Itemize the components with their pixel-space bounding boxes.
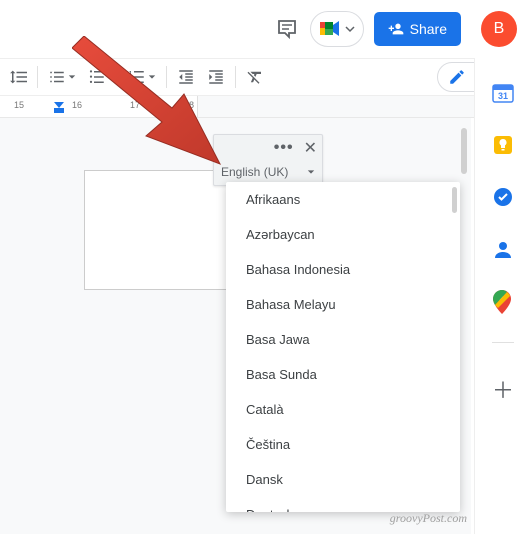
language-option[interactable]: Deutsch — [226, 497, 460, 512]
comment-history-icon[interactable] — [274, 16, 300, 42]
decrease-indent-button[interactable] — [172, 63, 200, 91]
ruler[interactable]: 15 16 17 18 — [0, 96, 531, 118]
language-panel: ••• ✕ English (UK) — [213, 134, 323, 186]
language-option[interactable]: Azərbaycan — [226, 217, 460, 252]
share-button[interactable]: Share — [374, 12, 461, 46]
side-panel: 31 ＋ — [474, 58, 531, 534]
more-icon[interactable]: ••• — [274, 139, 294, 157]
language-option[interactable]: Dansk — [226, 462, 460, 497]
chevron-down-icon — [307, 168, 315, 176]
avatar[interactable]: B — [481, 11, 517, 47]
maps-icon[interactable] — [492, 290, 514, 312]
google-meet-icon — [319, 18, 341, 40]
contacts-icon[interactable] — [492, 238, 514, 260]
chevron-down-icon — [345, 24, 355, 34]
language-option[interactable]: Bahasa Indonesia — [226, 252, 460, 287]
ruler-tick: 18 — [184, 100, 194, 110]
svg-text:31: 31 — [498, 91, 508, 101]
calendar-icon[interactable]: 31 — [492, 82, 514, 104]
close-icon[interactable]: ✕ — [304, 138, 317, 158]
tasks-icon[interactable] — [492, 186, 514, 208]
menu-scrollbar[interactable] — [452, 187, 457, 213]
checklist-button[interactable] — [43, 63, 81, 91]
language-menu: Afrikaans Azərbaycan Bahasa Indonesia Ba… — [226, 182, 460, 512]
increase-indent-button[interactable] — [202, 63, 230, 91]
top-bar: Share B — [0, 0, 531, 58]
language-option[interactable]: Basa Jawa — [226, 322, 460, 357]
person-plus-icon — [388, 21, 404, 37]
add-addons-icon[interactable]: ＋ — [492, 373, 514, 405]
chevron-down-icon — [148, 73, 156, 81]
keep-icon[interactable] — [492, 134, 514, 156]
selected-language: English (UK) — [221, 165, 288, 179]
meet-button[interactable] — [310, 11, 364, 47]
ruler-tick: 16 — [72, 100, 82, 110]
language-option[interactable]: Bahasa Melayu — [226, 287, 460, 322]
pencil-icon — [448, 68, 466, 86]
formatting-toolbar — [0, 58, 531, 96]
ruler-tick: 17 — [130, 100, 140, 110]
language-option[interactable]: Čeština — [226, 427, 460, 462]
line-spacing-button[interactable] — [4, 63, 32, 91]
indent-marker-icon[interactable] — [54, 98, 64, 114]
watermark: groovyPost.com — [390, 511, 467, 526]
chevron-down-icon — [68, 73, 76, 81]
language-option[interactable]: Afrikaans — [226, 182, 460, 217]
side-panel-divider — [492, 342, 514, 343]
clear-formatting-button[interactable] — [241, 63, 269, 91]
chevron-down-icon — [108, 73, 116, 81]
language-option[interactable]: Català — [226, 392, 460, 427]
numbered-list-button[interactable] — [123, 63, 161, 91]
bulleted-list-button[interactable] — [83, 63, 121, 91]
share-label: Share — [410, 21, 447, 37]
language-option[interactable]: Basa Sunda — [226, 357, 460, 392]
avatar-letter: B — [494, 20, 505, 38]
ruler-tick: 15 — [14, 100, 24, 110]
